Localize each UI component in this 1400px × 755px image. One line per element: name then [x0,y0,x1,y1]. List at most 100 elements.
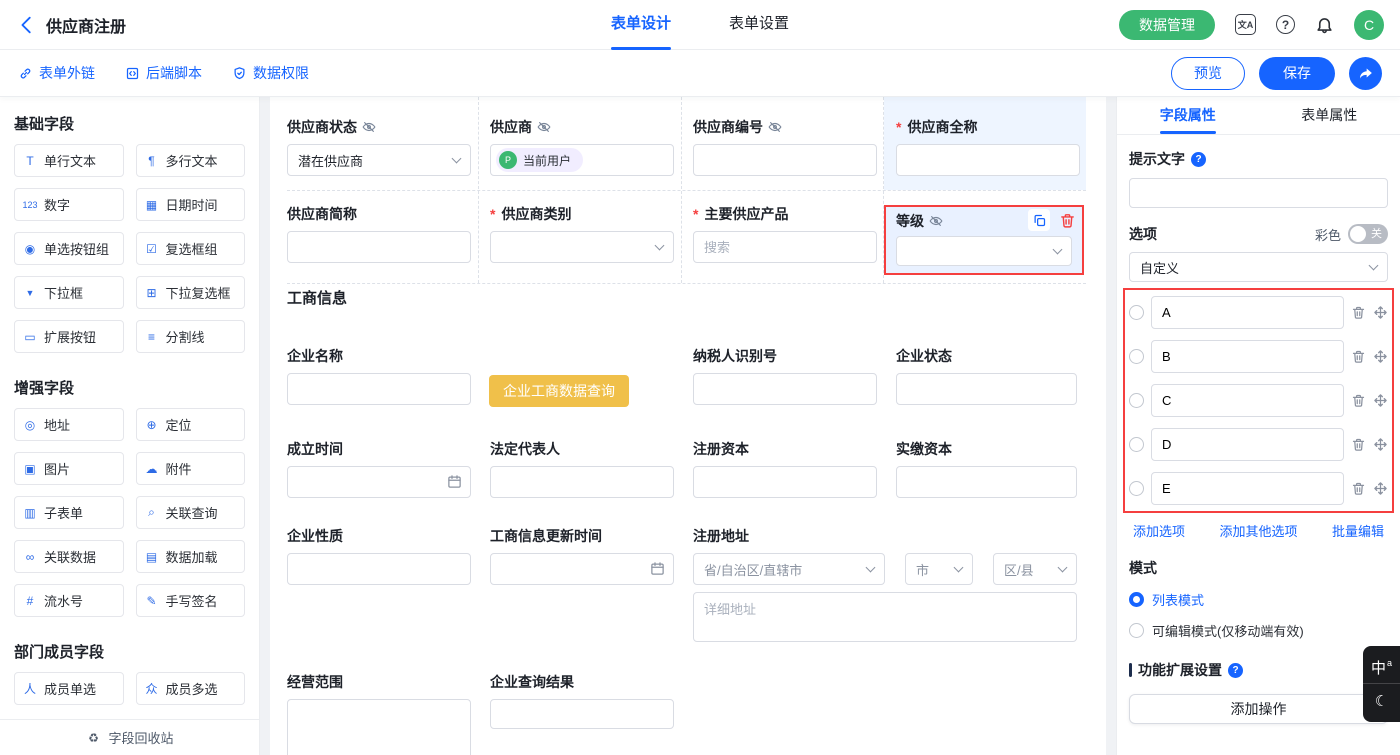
option-input[interactable] [1151,296,1344,329]
translate-icon[interactable]: 文A [1235,14,1256,35]
palette-item-serial-number[interactable]: #流水号 [14,584,124,617]
option-radio[interactable] [1129,349,1144,364]
palette-item-number[interactable]: 123数字 [14,188,124,221]
option-radio[interactable] [1129,393,1144,408]
help-icon[interactable]: ? [1276,15,1295,34]
option-radio[interactable] [1129,481,1144,496]
info-update-date-input[interactable] [490,553,674,585]
field-supplier-status[interactable]: 供应商状态 潜在供应商 [287,117,471,176]
field-business-scope[interactable]: 经营范围 [287,672,471,755]
palette-item-address[interactable]: ◎地址 [14,408,124,441]
palette-item-related-data[interactable]: ∞关联数据 [14,540,124,573]
founded-date-input[interactable] [287,466,471,498]
field-founded[interactable]: 成立时间 [287,439,471,498]
detail-address-textarea[interactable] [693,592,1077,642]
field-company-status[interactable]: 企业状态 [896,346,1077,405]
copy-field-button[interactable] [1028,209,1050,231]
share-button[interactable] [1349,57,1382,90]
save-button[interactable]: 保存 [1259,57,1335,90]
option-input[interactable] [1151,340,1344,373]
paid-capital-input[interactable] [896,466,1077,498]
field-company-nature[interactable]: 企业性质 [287,526,471,585]
tab-form-settings[interactable]: 表单设置 [729,0,789,50]
avatar[interactable]: C [1354,10,1384,40]
back-icon[interactable] [16,14,38,36]
mode-editable[interactable]: 可编辑模式(仅移动端有效) [1129,621,1388,640]
field-paid-capital[interactable]: 实缴资本 [896,439,1077,498]
main-products-input[interactable] [693,231,877,263]
field-tax-id[interactable]: 纳税人识别号 [693,346,877,405]
trash-icon[interactable] [1351,393,1366,408]
palette-item-member-single[interactable]: 人成员单选 [14,672,124,705]
option-source-select[interactable]: 自定义 [1129,252,1388,282]
field-info-update-time[interactable]: 工商信息更新时间 [490,526,674,585]
help-circle-icon[interactable]: ? [1228,663,1243,678]
palette-item-divider[interactable]: ≡分割线 [136,320,246,353]
color-toggle[interactable]: 关 [1348,224,1388,244]
field-main-products[interactable]: *主要供应产品 [693,204,877,263]
field-grade-selected[interactable]: 等级 [884,205,1084,275]
data-permission-link[interactable]: 数据权限 [232,63,309,83]
trash-icon[interactable] [1351,349,1366,364]
dark-mode-icon[interactable]: ☾ [1363,684,1400,717]
legal-rep-input[interactable] [490,466,674,498]
query-result-input[interactable] [490,699,674,729]
palette-item-signature[interactable]: ✎手写签名 [136,584,246,617]
palette-item-dropdown-multi[interactable]: ⊞下拉复选框 [136,276,246,309]
trash-icon[interactable] [1351,481,1366,496]
grade-select[interactable] [896,236,1072,266]
palette-item-single-text[interactable]: T单行文本 [14,144,124,177]
bell-icon[interactable] [1315,15,1334,34]
tab-field-properties[interactable]: 字段属性 [1117,97,1259,134]
reg-capital-input[interactable] [693,466,877,498]
palette-item-dropdown[interactable]: ▼下拉框 [14,276,124,309]
delete-field-button[interactable] [1059,212,1076,229]
trash-icon[interactable] [1351,437,1366,452]
option-input[interactable] [1151,428,1344,461]
field-company-name[interactable]: 企业名称 [287,346,471,405]
palette-item-datetime[interactable]: ▦日期时间 [136,188,246,221]
province-select[interactable]: 省/自治区/直辖市 [693,553,885,585]
palette-item-location[interactable]: ⊕定位 [136,408,246,441]
company-data-query-button[interactable]: 企业工商数据查询 [489,375,629,407]
option-input[interactable] [1151,472,1344,505]
move-icon[interactable] [1373,437,1388,452]
city-select[interactable]: 市 [905,553,973,585]
palette-item-attachment[interactable]: ☁附件 [136,452,246,485]
field-supplier-short[interactable]: 供应商简称 [287,204,471,263]
supplier-category-select[interactable] [490,231,674,263]
move-icon[interactable] [1373,305,1388,320]
current-user-tag[interactable]: P当前用户 [496,148,583,172]
move-icon[interactable] [1373,393,1388,408]
option-input[interactable] [1151,384,1344,417]
tax-id-input[interactable] [693,373,877,405]
company-status-input[interactable] [896,373,1077,405]
mode-list[interactable]: 列表模式 [1129,590,1388,609]
option-radio[interactable] [1129,437,1144,452]
business-scope-textarea[interactable] [287,699,471,755]
trash-icon[interactable] [1351,305,1366,320]
data-manage-button[interactable]: 数据管理 [1119,10,1215,40]
add-other-option-link[interactable]: 添加其他选项 [1219,521,1297,540]
palette-item-radio-group[interactable]: ◉单选按钮组 [14,232,124,265]
palette-item-related-query[interactable]: ⌕关联查询 [136,496,246,529]
palette-item-extend-button[interactable]: ▭扩展按钮 [14,320,124,353]
hint-text-input[interactable] [1129,178,1388,208]
palette-item-subform[interactable]: ▥子表单 [14,496,124,529]
district-select[interactable]: 区/县 [993,553,1077,585]
supplier-fullname-input[interactable] [896,144,1080,176]
palette-item-image[interactable]: ▣图片 [14,452,124,485]
supplier-value-box[interactable]: P当前用户 [490,144,674,176]
add-action-button[interactable]: 添加操作 [1129,694,1388,724]
move-icon[interactable] [1373,481,1388,496]
field-reg-capital[interactable]: 注册资本 [693,439,877,498]
palette-item-multi-text[interactable]: ¶多行文本 [136,144,246,177]
field-supplier-category[interactable]: *供应商类别 [490,204,674,263]
field-supplier-fullname[interactable]: *供应商全称 [884,97,1086,190]
batch-edit-link[interactable]: 批量编辑 [1332,521,1384,540]
field-query-result[interactable]: 企业查询结果 [490,672,674,729]
palette-item-member-multi[interactable]: 众成员多选 [136,672,246,705]
help-circle-icon[interactable]: ? [1191,152,1206,167]
form-external-link[interactable]: 表单外链 [18,63,95,83]
company-name-input[interactable] [287,373,471,405]
